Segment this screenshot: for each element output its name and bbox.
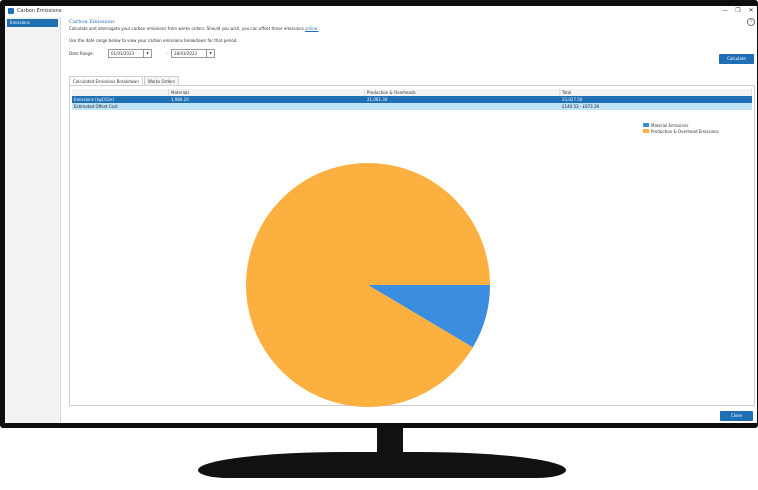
sidebar-item-emissions[interactable]: Emissions [7,19,58,27]
description-text: Calculate and interrogate your carbon em… [69,26,304,31]
table-cell: Emissions (kgCO2e) [74,97,115,102]
pie-slice-production [246,162,490,407]
chevron-down-icon[interactable]: ▼ [143,50,151,57]
online-link[interactable]: online. [305,26,318,31]
table-header-cell: Total [560,89,752,96]
app-window: Carbon Emissions — ❐ ✕ ? Emissions Carbo… [5,6,757,423]
start-date-picker[interactable]: 01/03/2023 ▼ [108,49,152,58]
app-icon [8,8,14,14]
breakdown-panel: Materials Production & Overheads Total E… [69,85,755,407]
table-row[interactable]: Emissions (kgCO2e) 1,966.20 21,061.30 23… [72,96,752,103]
table-cell: £140.53 - £673.39 [562,104,600,109]
table-header-cell [72,89,169,96]
calculate-button[interactable]: Calculate [719,54,754,64]
close-button[interactable]: Close [720,411,753,421]
table-header-cell: Materials [169,89,365,96]
page-title: Carbon Emissions [69,19,115,25]
table-header: Materials Production & Overheads Total [72,89,752,96]
table-row[interactable]: Estimated Offset Cost £140.53 - £673.39 [72,103,752,110]
chevron-down-icon[interactable]: ▼ [206,50,214,57]
legend-item-production: Production & Overhead Emissions [643,129,719,134]
table-cell [365,103,560,110]
sidebar: Emissions [5,17,61,423]
table-cell: 21,061.30 [367,97,388,102]
legend-item-material: Material Emissions [643,123,689,128]
main-content: Carbon Emissions Calculate and interroga… [67,17,757,423]
table-cell [169,103,365,110]
legend-label: Production & Overhead Emissions [651,129,719,134]
table-cell: 23,027.50 [562,97,583,102]
legend-label: Material Emissions [651,123,689,128]
page-description: Calculate and interrogate your carbon em… [69,26,318,31]
date-range-label: Date Range: [69,51,94,56]
start-date-value: 01/03/2023 [111,51,135,56]
monitor-stand-base [198,452,566,478]
table-cell: 1,966.20 [171,97,189,102]
legend-swatch [643,123,649,127]
table-header-cell: Production & Overheads [365,89,560,96]
date-separator: - [166,51,168,56]
emissions-pie-chart [246,162,490,407]
table-cell: Estimated Offset Cost [74,104,118,109]
legend-swatch [643,129,649,133]
page-subtitle: Use the date range below to view your ca… [69,38,238,43]
minimize-icon[interactable]: — [720,7,730,15]
close-icon[interactable]: ✕ [746,7,756,15]
maximize-icon[interactable]: ❐ [733,7,743,15]
window-title: Carbon Emissions [17,8,62,14]
end-date-value: 28/03/2023 [174,51,198,56]
title-bar: Carbon Emissions — ❐ ✕ [5,6,757,17]
end-date-picker[interactable]: 28/03/2023 ▼ [171,49,215,58]
